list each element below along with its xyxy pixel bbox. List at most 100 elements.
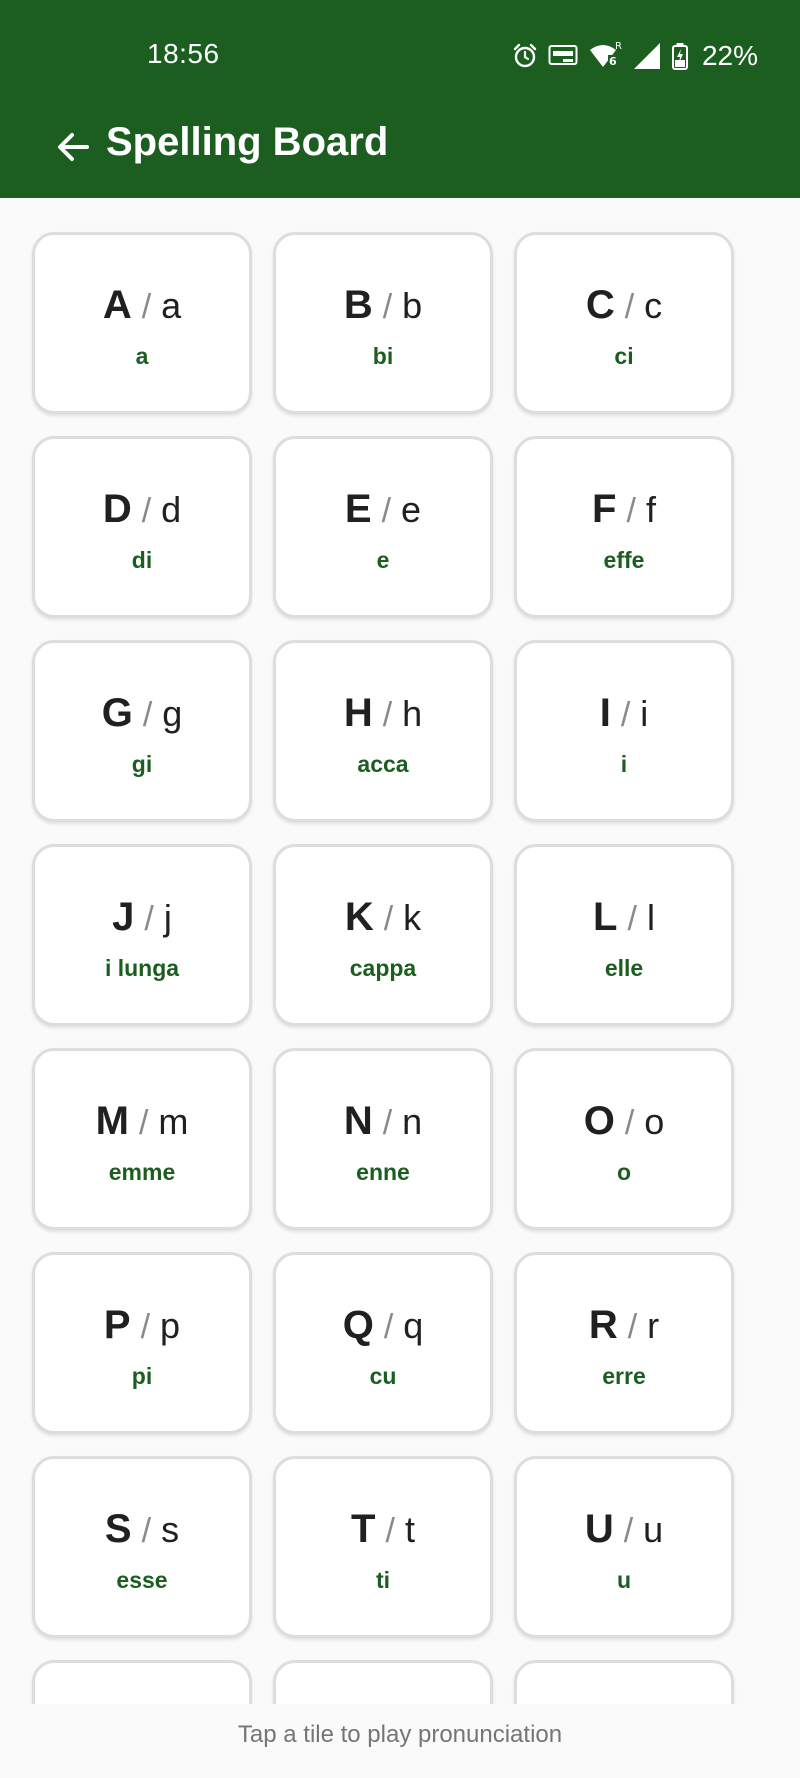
letter-tile[interactable]: E / e e xyxy=(273,436,493,618)
pronunciation-label: pi xyxy=(131,1362,153,1389)
pronunciation-label: ti xyxy=(375,1566,391,1593)
letter-separator: / xyxy=(385,1511,395,1550)
letter-tile[interactable]: P / p pi xyxy=(32,1252,252,1434)
pronunciation-label: emme xyxy=(108,1158,176,1185)
uppercase-letter: I xyxy=(599,690,611,735)
letter-tile[interactable] xyxy=(273,1660,493,1704)
letter-tile[interactable]: C / c ci xyxy=(514,232,734,414)
letter-tile[interactable]: B / b bi xyxy=(273,232,493,414)
letter-tile[interactable]: N / n enne xyxy=(273,1048,493,1230)
tile-letters: H / h xyxy=(344,693,422,733)
tile-letters: L / l xyxy=(593,897,655,937)
tile-letters: C / c xyxy=(586,285,662,325)
uppercase-letter: N xyxy=(343,1098,373,1143)
lowercase-letter: t xyxy=(404,1508,415,1550)
page-title: Spelling Board xyxy=(106,120,389,164)
uppercase-letter: B xyxy=(343,282,373,327)
signal-icon xyxy=(632,42,662,70)
lowercase-letter: e xyxy=(401,488,422,530)
lowercase-letter: s xyxy=(161,1508,180,1550)
lowercase-letter: f xyxy=(645,488,656,530)
letter-tile[interactable] xyxy=(32,1660,252,1704)
uppercase-letter: C xyxy=(585,282,615,327)
tile-letters: E / e xyxy=(345,489,421,529)
letter-tile[interactable]: O / o o xyxy=(514,1048,734,1230)
letter-tile[interactable]: A / a a xyxy=(32,232,252,414)
uppercase-letter: M xyxy=(95,1098,129,1143)
letter-separator: / xyxy=(623,1511,634,1550)
uppercase-letter: D xyxy=(102,486,132,531)
pronunciation-label: acca xyxy=(357,750,409,777)
uppercase-letter: O xyxy=(583,1098,615,1143)
tile-letters: D / d xyxy=(103,489,181,529)
wifi-6-icon: 6 R xyxy=(588,41,622,71)
letter-tile[interactable] xyxy=(514,1660,734,1704)
pronunciation-label: i xyxy=(620,750,628,777)
arrow-left-icon xyxy=(58,133,89,161)
back-button[interactable] xyxy=(48,122,98,172)
pronunciation-label: a xyxy=(135,342,149,369)
letter-separator: / xyxy=(383,1307,394,1346)
battery-charging-icon xyxy=(671,42,688,70)
tile-letters: J / j xyxy=(112,897,172,937)
tile-letters: P / p xyxy=(104,1305,180,1345)
uppercase-letter: L xyxy=(593,894,618,939)
top-bar: 18:56 6 R 22% Spelling Board xyxy=(0,0,800,198)
letter-separator: / xyxy=(626,491,636,530)
letter-tile[interactable]: I / i i xyxy=(514,640,734,822)
tile-letters: S / s xyxy=(105,1509,179,1549)
letter-separator: / xyxy=(138,1103,149,1142)
letter-separator: / xyxy=(382,287,393,326)
lowercase-letter: d xyxy=(161,488,182,530)
letter-separator: / xyxy=(140,1307,151,1346)
letter-tile[interactable]: D / d di xyxy=(32,436,252,618)
letter-separator: / xyxy=(627,1307,638,1346)
footer: Tap a tile to play pronunciation xyxy=(0,1704,800,1778)
pronunciation-label: u xyxy=(616,1566,632,1593)
tile-letters: K / k xyxy=(345,897,421,937)
letter-tile[interactable]: G / g gi xyxy=(32,640,252,822)
battery-percentage: 22% xyxy=(701,40,758,71)
pronunciation-label: gi xyxy=(131,750,153,777)
lowercase-letter: a xyxy=(161,284,182,326)
lowercase-letter: q xyxy=(403,1304,424,1346)
letter-separator: / xyxy=(383,899,394,938)
letter-tile[interactable]: U / u u xyxy=(514,1456,734,1638)
tile-letters: F / f xyxy=(592,489,656,529)
letter-tile[interactable]: R / r erre xyxy=(514,1252,734,1434)
pronunciation-label: erre xyxy=(602,1362,646,1389)
letter-separator: / xyxy=(381,491,392,530)
letter-separator: / xyxy=(627,899,637,938)
lowercase-letter: n xyxy=(402,1100,423,1142)
letter-tile[interactable]: J / j i lunga xyxy=(32,844,252,1026)
uppercase-letter: K xyxy=(344,894,374,939)
letter-separator: / xyxy=(620,695,631,734)
letter-separator: / xyxy=(142,695,153,734)
pronunciation-label: esse xyxy=(116,1566,168,1593)
uppercase-letter: Q xyxy=(342,1302,374,1347)
pronunciation-label: di xyxy=(131,546,153,573)
lowercase-letter: p xyxy=(160,1304,181,1346)
pronunciation-label: e xyxy=(376,546,390,573)
uppercase-letter: F xyxy=(592,486,617,531)
letter-tile[interactable]: S / s esse xyxy=(32,1456,252,1638)
letter-tile[interactable]: K / k cappa xyxy=(273,844,493,1026)
letter-tile[interactable]: H / h acca xyxy=(273,640,493,822)
letter-tile[interactable]: Q / q cu xyxy=(273,1252,493,1434)
letter-separator: / xyxy=(144,899,154,938)
lowercase-letter: m xyxy=(158,1100,189,1142)
letter-tile[interactable]: L / l elle xyxy=(514,844,734,1026)
lowercase-letter: l xyxy=(646,896,655,938)
tile-grid-scroll-area[interactable]: A / a a B / b bi C / c ci D / d di E / e e F / f effe G / g gi H / h ac… xyxy=(0,198,800,1704)
tile-letters: I / i xyxy=(600,693,649,733)
tile-letters: M / m xyxy=(96,1101,189,1141)
uppercase-letter: G xyxy=(101,690,133,735)
letter-tile[interactable]: M / m emme xyxy=(32,1048,252,1230)
letter-separator: / xyxy=(382,695,393,734)
letter-separator: / xyxy=(624,287,635,326)
lowercase-letter: c xyxy=(644,284,663,326)
letter-tile[interactable]: T / t ti xyxy=(273,1456,493,1638)
pronunciation-label: enne xyxy=(356,1158,410,1185)
letter-tile[interactable]: F / f effe xyxy=(514,436,734,618)
auto-hz-icon xyxy=(548,43,578,69)
